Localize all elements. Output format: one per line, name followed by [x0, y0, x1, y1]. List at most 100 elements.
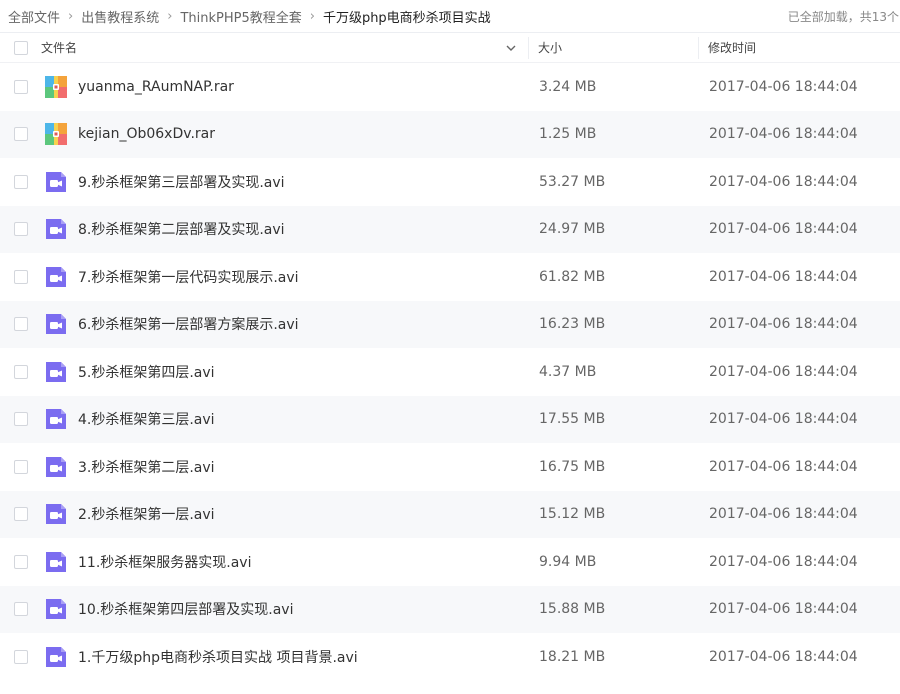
- row-checkbox-cell: [0, 317, 41, 332]
- file-modified-time: 2017-04-06 18:44:04: [709, 363, 858, 380]
- file-modified-time: 2017-04-06 18:44:04: [709, 411, 858, 428]
- file-size: 9.94 MB: [539, 553, 597, 570]
- breadcrumb: 全部文件 › 出售教程系统 › ThinkPHP5教程全套 › 千万级php电商…: [8, 7, 491, 26]
- row-checkbox-cell: [0, 174, 41, 189]
- file-row[interactable]: 6.秒杀框架第一层部署方案展示.avi 16.23 MB 2017-04-06 …: [0, 300, 900, 348]
- row-checkbox[interactable]: [13, 459, 28, 474]
- file-modified-time: 2017-04-06 18:44:04: [709, 506, 858, 523]
- file-row[interactable]: yuanma_RAumNAP.rar 3.24 MB 2017-04-06 18…: [0, 63, 900, 111]
- file-name[interactable]: 11.秒杀框架服务器实现.avi: [78, 552, 251, 572]
- video-icon: [46, 409, 66, 430]
- file-row[interactable]: 4.秒杀框架第三层.avi 17.55 MB 2017-04-06 18:44:…: [0, 395, 900, 443]
- file-row[interactable]: 1.千万级php电商秒杀项目实战 项目背景.avi 18.21 MB 2017-…: [0, 633, 900, 681]
- file-list-header: 文件名 大小 修改时间: [0, 33, 900, 63]
- breadcrumb-item-folder[interactable]: 出售教程系统: [81, 7, 159, 26]
- file-row[interactable]: 11.秒杀框架服务器实现.avi 9.94 MB 2017-04-06 18:4…: [0, 538, 900, 586]
- row-checkbox[interactable]: [13, 174, 28, 189]
- row-checkbox-cell: [0, 127, 41, 142]
- file-name[interactable]: 1.千万级php电商秒杀项目实战 项目背景.avi: [78, 647, 358, 667]
- file-name[interactable]: yuanma_RAumNAP.rar: [78, 79, 234, 95]
- chevron-down-icon[interactable]: [506, 43, 516, 53]
- select-all-checkbox[interactable]: [13, 40, 28, 55]
- file-name[interactable]: 5.秒杀框架第四层.avi: [78, 362, 215, 382]
- breadcrumb-item-folder[interactable]: ThinkPHP5教程全套: [180, 7, 301, 26]
- row-checkbox[interactable]: [13, 222, 28, 237]
- file-modified-time: 2017-04-06 18:44:04: [709, 173, 858, 190]
- row-checkbox[interactable]: [13, 79, 28, 94]
- file-row[interactable]: 7.秒杀框架第一层代码实现展示.avi 61.82 MB 2017-04-06 …: [0, 253, 900, 301]
- video-icon: [46, 646, 66, 667]
- video-icon: [46, 266, 66, 287]
- file-name-cell: 1.千万级php电商秒杀项目实战 项目背景.avi: [41, 645, 528, 669]
- file-name-cell: 9.秒杀框架第三层部署及实现.avi: [41, 170, 528, 194]
- file-size: 16.23 MB: [539, 316, 606, 333]
- file-modified-time: 2017-04-06 18:44:04: [709, 126, 858, 143]
- file-row[interactable]: 2.秒杀框架第一层.avi 15.12 MB 2017-04-06 18:44:…: [0, 490, 900, 538]
- breadcrumb-item-current: 千万级php电商秒杀项目实战: [322, 10, 491, 26]
- column-header-size[interactable]: 大小: [528, 36, 698, 59]
- file-size: 15.88 MB: [539, 601, 606, 618]
- file-size: 18.21 MB: [539, 648, 606, 665]
- row-checkbox[interactable]: [13, 649, 28, 664]
- file-row[interactable]: kejian_Ob06xDv.rar 1.25 MB 2017-04-06 18…: [0, 110, 900, 158]
- column-header-modified[interactable]: 修改时间: [698, 36, 900, 59]
- row-checkbox[interactable]: [13, 554, 28, 569]
- row-checkbox-cell: [0, 222, 41, 237]
- file-row[interactable]: 8.秒杀框架第二层部署及实现.avi 24.97 MB 2017-04-06 1…: [0, 205, 900, 253]
- file-name[interactable]: 10.秒杀框架第四层部署及实现.avi: [78, 599, 293, 619]
- file-name[interactable]: 2.秒杀框架第一层.avi: [78, 504, 215, 524]
- video-icon: [46, 314, 66, 335]
- file-name[interactable]: 7.秒杀框架第一层代码实现展示.avi: [78, 267, 299, 287]
- file-name-cell: yuanma_RAumNAP.rar: [41, 75, 528, 99]
- file-name-cell: 7.秒杀框架第一层代码实现展示.avi: [41, 265, 528, 289]
- file-size: 24.97 MB: [539, 221, 606, 238]
- row-checkbox[interactable]: [13, 507, 28, 522]
- video-icon: [46, 599, 66, 620]
- file-modified-time: 2017-04-06 18:44:04: [709, 648, 858, 665]
- file-name[interactable]: kejian_Ob06xDv.rar: [78, 126, 215, 142]
- file-modified-time: 2017-04-06 18:44:04: [709, 268, 858, 285]
- rar-icon: [45, 123, 67, 146]
- file-modified-time: 2017-04-06 18:44:04: [709, 316, 858, 333]
- row-checkbox-cell: [0, 602, 41, 617]
- file-modified-time: 2017-04-06 18:44:04: [709, 553, 858, 570]
- row-checkbox[interactable]: [13, 269, 28, 284]
- column-header-name[interactable]: 文件名: [41, 39, 528, 56]
- chevron-right-icon: ›: [167, 8, 173, 24]
- file-size: 15.12 MB: [539, 506, 606, 523]
- file-name[interactable]: 3.秒杀框架第二层.avi: [78, 457, 215, 477]
- row-checkbox[interactable]: [13, 412, 28, 427]
- row-checkbox[interactable]: [13, 364, 28, 379]
- file-name-cell: 6.秒杀框架第一层部署方案展示.avi: [41, 312, 528, 336]
- file-row[interactable]: 10.秒杀框架第四层部署及实现.avi 15.88 MB 2017-04-06 …: [0, 585, 900, 633]
- row-checkbox[interactable]: [13, 127, 28, 142]
- file-size: 1.25 MB: [539, 126, 597, 143]
- file-row[interactable]: 9.秒杀框架第三层部署及实现.avi 53.27 MB 2017-04-06 1…: [0, 158, 900, 206]
- file-name-cell: 8.秒杀框架第二层部署及实现.avi: [41, 217, 528, 241]
- row-checkbox-cell: [0, 507, 41, 522]
- file-row[interactable]: 5.秒杀框架第四层.avi 4.37 MB 2017-04-06 18:44:0…: [0, 348, 900, 396]
- file-name-cell: 10.秒杀框架第四层部署及实现.avi: [41, 597, 528, 621]
- file-list: yuanma_RAumNAP.rar 3.24 MB 2017-04-06 18…: [0, 63, 900, 681]
- video-icon: [46, 456, 66, 477]
- file-name[interactable]: 8.秒杀框架第二层部署及实现.avi: [78, 219, 285, 239]
- load-status: 已全部加载，共13个: [787, 9, 899, 24]
- file-name-cell: 4.秒杀框架第三层.avi: [41, 407, 528, 431]
- video-icon: [46, 219, 66, 240]
- row-checkbox[interactable]: [13, 317, 28, 332]
- breadcrumb-item-all-files[interactable]: 全部文件: [8, 7, 60, 26]
- row-checkbox-cell: [0, 649, 41, 664]
- video-icon: [46, 361, 66, 382]
- file-size: 53.27 MB: [539, 173, 606, 190]
- row-checkbox-cell: [0, 459, 41, 474]
- row-checkbox[interactable]: [13, 602, 28, 617]
- file-size: 16.75 MB: [539, 458, 606, 475]
- file-row[interactable]: 3.秒杀框架第二层.avi 16.75 MB 2017-04-06 18:44:…: [0, 443, 900, 491]
- file-size: 4.37 MB: [539, 363, 597, 380]
- file-name[interactable]: 6.秒杀框架第一层部署方案展示.avi: [78, 314, 299, 334]
- row-checkbox-cell: [0, 364, 41, 379]
- file-name[interactable]: 4.秒杀框架第三层.avi: [78, 409, 215, 429]
- file-name-cell: 3.秒杀框架第二层.avi: [41, 455, 528, 479]
- file-name[interactable]: 9.秒杀框架第三层部署及实现.avi: [78, 172, 285, 192]
- file-size: 17.55 MB: [539, 411, 606, 428]
